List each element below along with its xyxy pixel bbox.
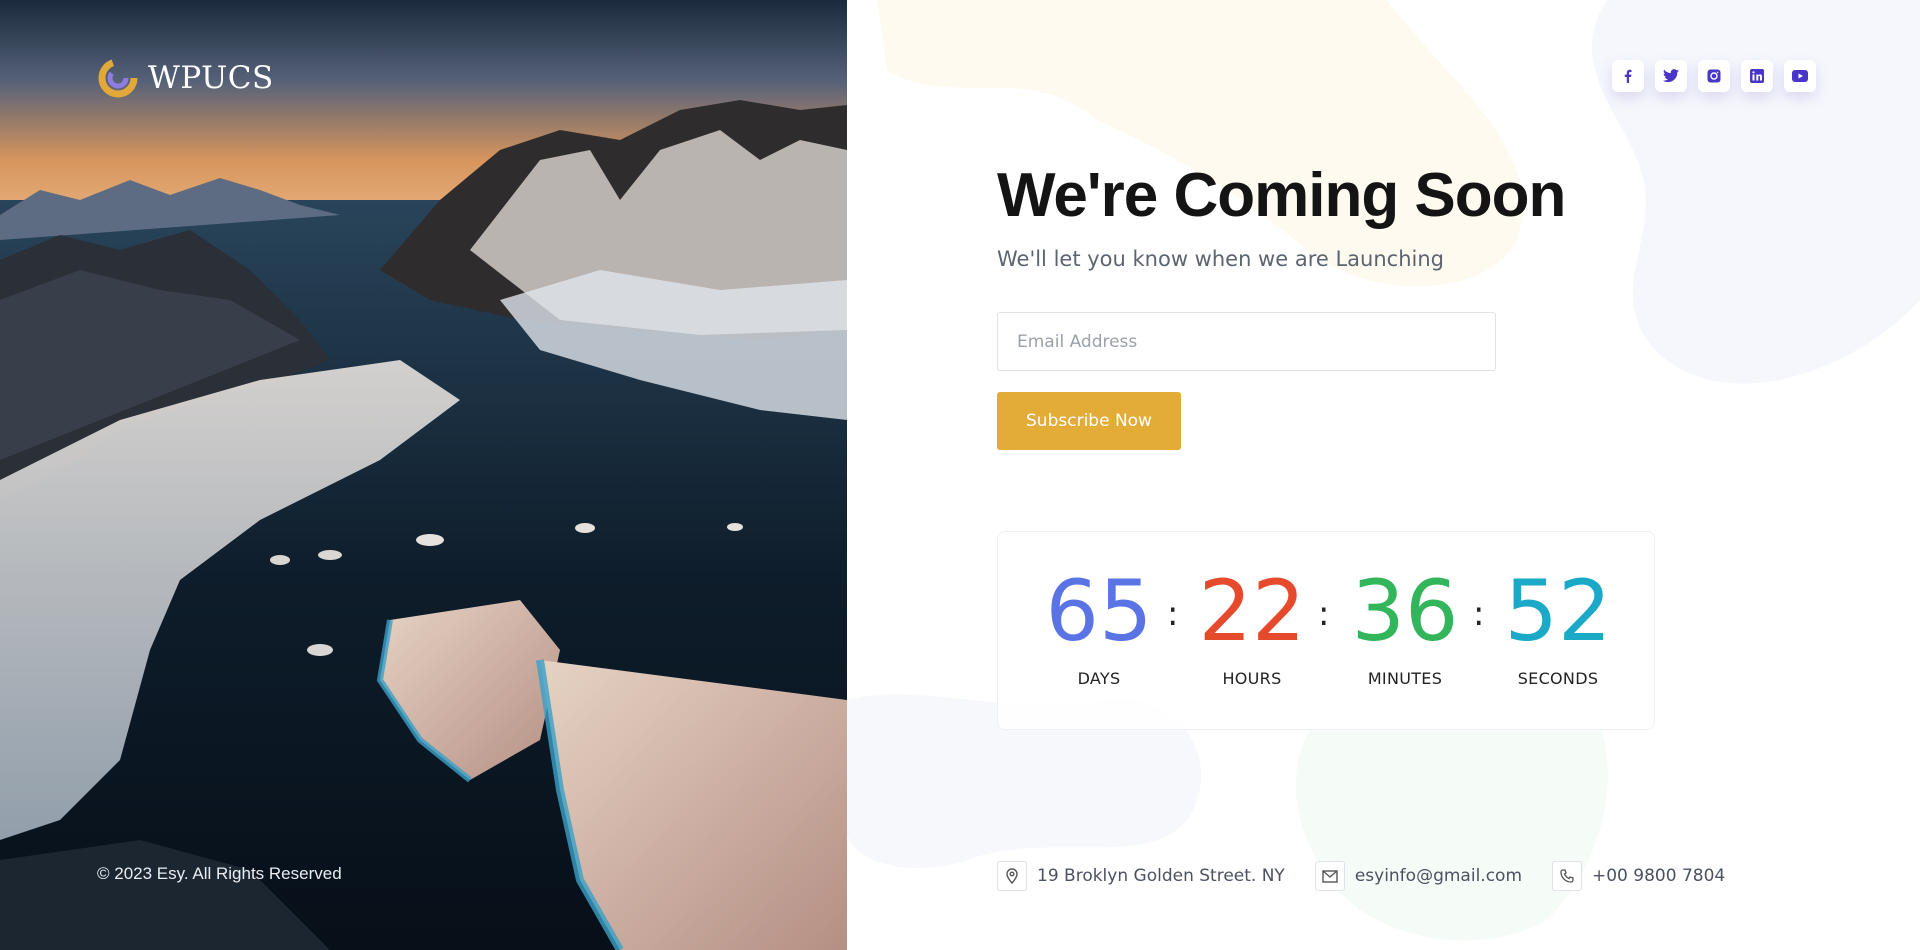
seconds-value: 52: [1504, 562, 1612, 660]
brand[interactable]: WPUCS: [98, 58, 274, 98]
minutes-label: MINUTES: [1367, 669, 1443, 688]
youtube-icon[interactable]: [1784, 60, 1816, 92]
subscribe-button[interactable]: Subscribe Now: [997, 392, 1181, 450]
countdown-separator: :: [1167, 594, 1179, 634]
minutes-value: 36: [1351, 562, 1459, 660]
twitter-icon[interactable]: [1655, 60, 1687, 92]
hours-label: HOURS: [1222, 669, 1282, 688]
hours-value: 22: [1198, 562, 1306, 660]
countdown-separator: :: [1318, 594, 1330, 634]
countdown-separator: :: [1473, 594, 1485, 634]
contact-email[interactable]: esyinfo@gmail.com: [1314, 861, 1522, 891]
page-subtitle: We'll let you know when we are Launching: [997, 247, 1444, 271]
mountain-landscape-illustration: [0, 0, 847, 950]
linkedin-icon[interactable]: [1741, 60, 1773, 92]
countdown-hours: 22 HOURS: [1187, 566, 1317, 688]
countdown-seconds: 52 SECONDS: [1493, 566, 1623, 688]
brand-logo-icon: [98, 58, 138, 98]
phone-text[interactable]: +00 9800 7804: [1592, 866, 1725, 886]
contact-info: 19 Broklyn Golden Street. NY esyinfo@gma…: [997, 861, 1755, 891]
contact-phone[interactable]: +00 9800 7804: [1552, 861, 1725, 891]
days-label: DAYS: [1077, 669, 1121, 688]
facebook-icon[interactable]: [1612, 60, 1644, 92]
content-panel: We're Coming Soon We'll let you know whe…: [847, 0, 1920, 950]
instagram-icon[interactable]: [1698, 60, 1730, 92]
background-decoration: [847, 0, 1920, 941]
social-links: [1612, 60, 1816, 92]
days-value: 65: [1045, 562, 1153, 660]
contact-address: 19 Broklyn Golden Street. NY: [997, 861, 1285, 891]
countdown-timer: 65 DAYS : 22 HOURS : 36 MINUTES : 52 SEC…: [997, 531, 1655, 730]
seconds-label: SECONDS: [1517, 669, 1599, 688]
phone-icon: [1552, 861, 1582, 891]
mail-icon: [1314, 861, 1345, 891]
email-input[interactable]: [997, 312, 1496, 371]
countdown-minutes: 36 MINUTES: [1340, 566, 1470, 688]
copyright-text: © 2023 Esy. All Rights Reserved: [97, 864, 342, 883]
countdown-days: 65 DAYS: [1034, 566, 1164, 688]
brand-name: WPUCS: [148, 60, 274, 96]
address-text: 19 Broklyn Golden Street. NY: [1037, 866, 1285, 886]
page-title: We're Coming Soon: [997, 161, 1566, 230]
hero-image: WPUCS © 2023 Esy. All Rights Reserved: [0, 0, 847, 950]
email-text[interactable]: esyinfo@gmail.com: [1355, 866, 1522, 886]
location-pin-icon: [997, 861, 1027, 891]
